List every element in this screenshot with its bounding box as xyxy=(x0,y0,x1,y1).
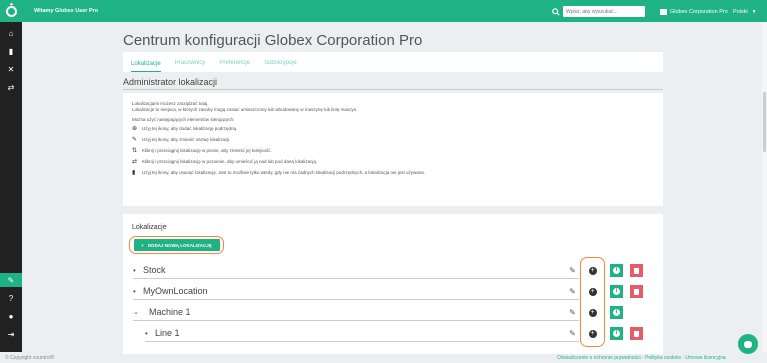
info-icon: i xyxy=(613,309,620,316)
info-item-text: Użyj tej ikony, aby dodać lokalizację po… xyxy=(142,125,238,131)
info-button[interactable]: i xyxy=(610,285,623,298)
add-location-button[interactable]: + DODAJ NOWĄ LOKALIZACJĘ xyxy=(133,239,220,251)
bullet-icon: • xyxy=(133,265,136,275)
horizontal-arrows-icon: ⇄ xyxy=(132,158,138,165)
vertical-arrows-icon: ⇅ xyxy=(132,147,138,154)
user-icon[interactable]: ● xyxy=(0,309,22,323)
tab-preferences[interactable]: Preferencje xyxy=(219,60,250,72)
pencil-icon[interactable]: ✎ xyxy=(566,264,579,277)
add-location-label: DODAJ NOWĄ LOKALIZACJĘ xyxy=(147,242,212,248)
chevron-down-icon[interactable]: ⌄ xyxy=(133,308,143,316)
trash-icon xyxy=(634,288,639,295)
pencil-icon: ✎ xyxy=(132,136,138,143)
bullet-icon: • xyxy=(133,286,136,296)
building-icon xyxy=(660,8,667,15)
info-item-text: Użyj tej ikony, aby zmienić nazwę lokali… xyxy=(142,136,231,142)
location-row[interactable]: ⌄ Machine 1 xyxy=(133,304,579,321)
search-icon[interactable] xyxy=(550,6,561,17)
page-title: Centrum konfiguracji Globex Corporation … xyxy=(123,32,423,49)
bullet-icon: • xyxy=(145,328,148,338)
language-label: Polski xyxy=(733,8,748,15)
document-icon[interactable]: ▮ xyxy=(0,44,22,58)
app-logo[interactable] xyxy=(0,0,22,22)
top-bar: Witamy Globex User Pro xyxy=(0,0,767,22)
info-item: ⇅ Kliknij i przeciągnij lokalizację w pio… xyxy=(132,145,654,156)
tab-employees[interactable]: Pracownicy xyxy=(175,60,206,72)
info-icon: i xyxy=(613,288,620,295)
highlight-outline: + DODAJ NOWĄ LOKALIZACJĘ xyxy=(129,236,224,254)
chat-button[interactable] xyxy=(738,334,758,354)
location-row[interactable]: • Stock xyxy=(133,262,579,279)
search-input[interactable] xyxy=(563,6,645,17)
info-icon: i xyxy=(613,330,620,337)
location-name: Stock xyxy=(143,265,166,275)
welcome-text: Witamy Globex User Pro xyxy=(34,8,99,14)
trash-icon xyxy=(634,330,639,337)
highlight-outline xyxy=(580,257,605,347)
info-button[interactable]: i xyxy=(610,327,623,340)
location-row[interactable]: • MyOwnLocation xyxy=(133,283,579,300)
info-button[interactable]: i xyxy=(610,264,623,277)
delete-button[interactable] xyxy=(630,327,643,340)
logo-icon xyxy=(5,2,17,17)
info-item: ▮ Użyj tej ikony, aby usunąć lokalizację.… xyxy=(132,167,654,178)
pencil-icon[interactable]: ✎ xyxy=(566,306,579,319)
info-item-text: Kliknij i przeciągnij lokalizację w pozi… xyxy=(142,158,318,164)
wrench-icon[interactable]: ✎ xyxy=(0,273,22,287)
company-selector[interactable]: Globex Corporation Pro xyxy=(660,6,728,17)
pencil-icon[interactable]: ✎ xyxy=(566,285,579,298)
delete-button[interactable] xyxy=(630,264,643,277)
chat-icon xyxy=(744,340,752,348)
copyright: © Copyright countrol® xyxy=(5,355,55,361)
help-icon[interactable]: ? xyxy=(0,291,22,305)
info-item-text: Kliknij i przeciągnij lokalizację w pion… xyxy=(142,147,272,153)
flow-icon[interactable]: ⇄ xyxy=(0,80,22,94)
home-icon[interactable]: ⌂ xyxy=(0,26,22,40)
chevron-down-icon: ▼ xyxy=(751,8,757,15)
info-item-text: Użyj tej ikony, aby usunąć lokalizację. … xyxy=(142,169,425,175)
trash-icon: ▮ xyxy=(132,169,136,176)
sidebar: ⌂ ▮ ✕ ⇄ ✎ ? ● ⇥ xyxy=(0,22,22,352)
tab-locations[interactable]: Lokalizacje xyxy=(131,61,161,72)
language-selector[interactable]: Polski ▼ xyxy=(733,6,757,17)
info-item: ⇄ Kliknij i przeciągnij lokalizację w poz… xyxy=(132,156,654,167)
pencil-icon[interactable]: ✎ xyxy=(566,327,579,340)
location-row[interactable]: • Line 1 xyxy=(145,325,579,342)
scrollbar[interactable] xyxy=(762,22,767,352)
info-item: ⊕ Użyj tej ikony, aby dodać lokalizację p… xyxy=(132,123,654,134)
tab-subscriptions[interactable]: Subskrypcje xyxy=(264,60,297,72)
trash-icon xyxy=(634,267,639,274)
tools-icon[interactable]: ✕ xyxy=(0,62,22,76)
location-name: MyOwnLocation xyxy=(143,286,208,296)
info-item: ✎ Użyj tej ikony, aby zmienić nazwę lokal… xyxy=(132,134,654,145)
divider xyxy=(123,89,663,90)
locations-title: Lokalizacje xyxy=(132,224,167,231)
tab-bar: Lokalizacje Pracownicy Preferencje Subsk… xyxy=(123,52,663,72)
add-circle-icon: ⊕ xyxy=(132,125,138,132)
info-icon: i xyxy=(613,267,620,274)
scrollbar-thumb[interactable] xyxy=(763,92,766,152)
location-name: Machine 1 xyxy=(149,307,191,317)
section-title: Administrator lokalizacji xyxy=(123,77,218,87)
info-card: Lokalizacjami możesz zarządzać tutaj. Lo… xyxy=(123,93,663,206)
plus-icon: + xyxy=(141,242,144,248)
location-name: Line 1 xyxy=(155,328,180,338)
info-button[interactable]: i xyxy=(610,306,623,319)
company-name: Globex Corporation Pro xyxy=(670,8,728,15)
logout-icon[interactable]: ⇥ xyxy=(0,327,22,341)
footer-links[interactable]: Oświadczenie o ochronie prywatności · Po… xyxy=(557,355,726,361)
delete-button[interactable] xyxy=(630,285,643,298)
